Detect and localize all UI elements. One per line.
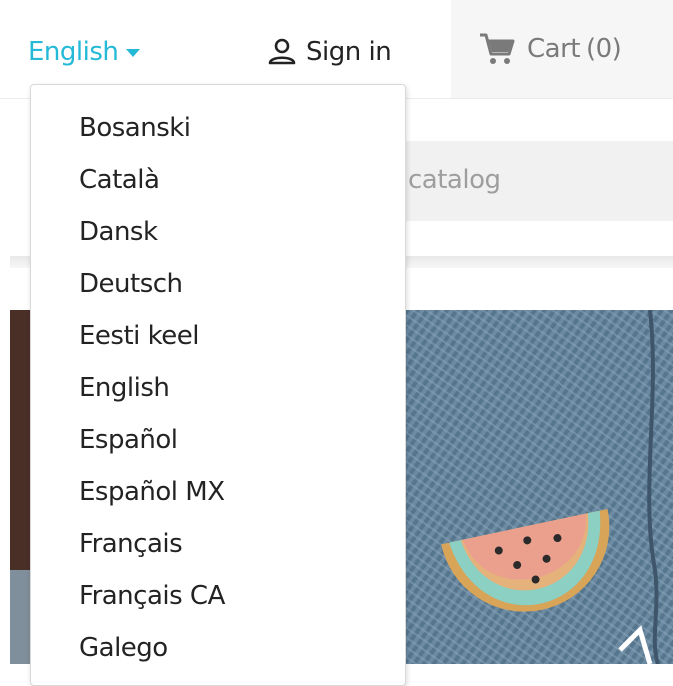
language-option-dansk[interactable]: Dansk [79,206,158,258]
language-option-deutsch[interactable]: Deutsch [79,258,183,310]
search-placeholder: catalog [408,165,501,195]
language-option-bosanski[interactable]: Bosanski [79,102,191,154]
caret-down-icon [126,49,141,57]
language-option-eesti-keel[interactable]: Eesti keel [79,310,200,362]
cart-count: (0) [585,34,622,64]
language-option-espanol[interactable]: Español [79,414,178,466]
language-selector[interactable]: English [28,30,141,74]
language-option-catala[interactable]: Català [79,154,160,206]
language-option-galego[interactable]: Galego [79,622,168,674]
user-icon [268,38,296,65]
sign-in-label: Sign in [306,37,392,67]
sign-in-link[interactable]: Sign in [268,30,392,74]
search-input[interactable]: catalog [360,141,673,221]
language-option-francais[interactable]: Français [79,518,183,570]
language-dropdown-menu: Bosanski Català Dansk Deutsch Eesti keel… [30,84,406,686]
language-option-english[interactable]: English [79,362,170,414]
language-option-espanol-mx[interactable]: Español MX [79,466,225,518]
cart-icon [480,33,515,64]
cart-button[interactable]: Cart (0) [451,0,673,98]
language-option-francais-ca[interactable]: Français CA [79,570,225,622]
language-selector-label: English [28,37,119,67]
cart-label: Cart [527,34,580,64]
